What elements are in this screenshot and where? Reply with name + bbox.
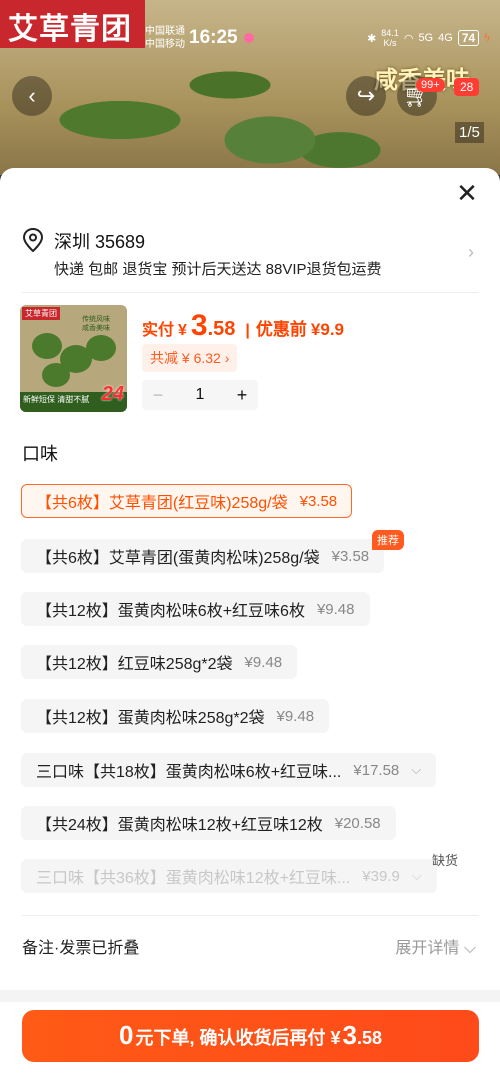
notification-dot-icon (243, 33, 254, 43)
bluetooth-icon: ✱ (367, 32, 377, 45)
carrier-1: 中国联通 (145, 26, 185, 37)
thumb-bun (86, 335, 116, 361)
option-price: ¥9.48 (316, 600, 355, 618)
cart-count-badge: 99+ (416, 78, 445, 92)
option-label: 【共12枚】蛋黄肉松味258g*2袋 (36, 710, 265, 727)
share-icon: ↪ (356, 83, 376, 108)
option-price: ¥9.48 (276, 707, 315, 725)
option-label: 【共6枚】艾草青团(红豆味)258g/袋 (36, 495, 288, 512)
option-price: ¥17.58 (353, 761, 400, 779)
chevron-down-icon: ⌵ (411, 762, 422, 777)
original-price-label: 优惠前 (255, 320, 307, 339)
option-label: 三口味【共36枚】蛋黄肉松味12枚+红豆味... (36, 870, 351, 887)
option-label: 【共12枚】蛋黄肉松味6枚+红豆味6枚 (36, 603, 305, 620)
out-of-stock-tag: 缺货 (432, 853, 459, 868)
sku-option[interactable]: 【共12枚】红豆味258g*2袋 ¥9.48 (21, 645, 298, 679)
cta-price-dec: .58 (356, 1028, 382, 1048)
delivery-address[interactable]: 深圳 35689 快递 包邮 退货宝 预计后天送达 88VIP退货包运费 › (22, 226, 480, 286)
clock: 16:25 (189, 27, 238, 48)
chevron-right-icon: › (468, 242, 474, 262)
thumb-brand: 艾草青团 (22, 307, 60, 320)
option-label: 【共12枚】红豆味258g*2袋 (36, 656, 233, 673)
sku-option[interactable]: 【共12枚】蛋黄肉松味6枚+红豆味6枚 ¥9.48 (21, 592, 370, 626)
thumb-bun (32, 333, 62, 359)
wifi-icon: ◠ (403, 32, 414, 45)
decrement-button[interactable]: − (142, 385, 174, 406)
sku-selection-sheet: ✕ 深圳 35689 快递 包邮 退货宝 预计后天送达 88VIP退货包运费 ›… (0, 168, 500, 1083)
brand-banner: 艾草青团 (0, 0, 145, 48)
option-price: ¥20.58 (334, 814, 381, 832)
expand-details-button[interactable]: 展开详情 ⌵ (395, 934, 476, 958)
discount-tag[interactable]: 共减 ¥ 6.32 › (142, 344, 238, 372)
sku-option[interactable]: 【共6枚】艾草青团(红豆味)258g/袋 ¥3.58 (21, 484, 353, 518)
address-city: 深圳 35689 (54, 232, 146, 252)
option-price: ¥39.9 (362, 867, 400, 885)
currency-symbol: ¥ (178, 322, 187, 339)
thumb-bun (42, 363, 70, 387)
carrier-2: 中国移动 (145, 39, 185, 50)
signal-4g: 4G (438, 32, 453, 44)
recommend-tag: 推荐 (372, 530, 404, 550)
price-decimal: .58 (207, 318, 236, 340)
quantity-value[interactable]: 1 (174, 386, 226, 404)
increment-button[interactable]: + (226, 385, 258, 406)
price-integer: 3 (190, 309, 208, 342)
quantity-stepper: − 1 + (142, 380, 258, 410)
carrier-info: 中国联通 中国移动 (145, 25, 185, 51)
location-pin-icon (22, 228, 44, 252)
option-label: 【共6枚】艾草青团(蛋黄肉松味)258g/袋 (36, 550, 320, 567)
chevron-down-icon: ⌵ (411, 868, 422, 883)
net-speed: 84.1 K/s (381, 28, 399, 48)
close-icon: ✕ (456, 178, 478, 208)
cta-price-int: 3 (342, 1020, 357, 1050)
close-button[interactable]: ✕ (452, 178, 482, 208)
sku-option[interactable]: 【共24枚】蛋黄肉松味12枚+红豆味12枚 ¥20.58 (21, 806, 396, 840)
cta-text: 元下单, 确认收货后再付 ¥ (135, 1028, 341, 1048)
remark-invoice-label: 备注·发票已折叠 (22, 940, 140, 957)
share-button[interactable]: ↪ (346, 76, 386, 116)
divider (22, 915, 478, 916)
sku-option-out-of-stock[interactable]: 三口味【共36枚】蛋黄肉松味12枚+红豆味... ¥39.9 ⌵ (21, 859, 437, 893)
battery-icon: 74 (457, 30, 480, 46)
sku-option[interactable]: 三口味【共18枚】蛋黄肉松味6枚+红豆味... ¥17.58 ⌵ (21, 753, 437, 787)
chevron-left-icon: ‹ (28, 83, 36, 108)
message-count-badge[interactable]: 28 (454, 78, 480, 96)
divider (22, 292, 478, 293)
option-price: ¥3.58 (331, 547, 370, 565)
price-separator: | (245, 322, 250, 339)
price-row: 实付 ¥ 3 .58 | 优惠前 ¥9.9 (142, 309, 344, 343)
flavor-section-title: 口味 (22, 444, 58, 464)
option-price: ¥3.58 (299, 492, 338, 510)
delivery-info: 快递 包邮 退货宝 预计后天送达 88VIP退货包运费 (54, 261, 382, 278)
option-label: 三口味【共18枚】蛋黄肉松味6枚+红豆味... (36, 764, 342, 781)
thumb-tags: 传统风味 咸香美味 (82, 316, 110, 332)
photo-page-indicator: 1/5 (455, 122, 484, 143)
signal-5g: 5G (418, 32, 434, 44)
product-thumbnail[interactable]: 艾草青团 传统风味 咸香美味 新鲜短保 清甜不腻 24 (20, 305, 127, 412)
charging-icon: ϟ (484, 32, 490, 44)
original-price: ¥9.9 (310, 320, 344, 339)
sku-option[interactable]: 【共12枚】蛋黄肉松味258g*2袋 ¥9.48 (21, 699, 330, 733)
thumb-count: 24 (101, 383, 124, 405)
back-button[interactable]: ‹ (12, 76, 52, 116)
option-price: ¥9.48 (244, 653, 283, 671)
status-bar: 中国联通 中国移动 16:25 ✱ 84.1 K/s ◠ 5G 4G 74 ϟ (145, 18, 490, 58)
cta-zero: 0 (119, 1020, 134, 1050)
sku-option[interactable]: 【共6枚】艾草青团(蛋黄肉松味)258g/袋 ¥3.58 (21, 539, 385, 573)
place-order-button[interactable]: 0 元下单, 确认收货后再付 ¥ 3 .58 (22, 1010, 479, 1062)
status-icons: ✱ 84.1 K/s ◠ 5G 4G 74 ϟ (367, 28, 490, 48)
option-label: 【共24枚】蛋黄肉松味12枚+红豆味12枚 (36, 817, 323, 834)
price-label: 实付 (142, 322, 175, 339)
bottom-spacer (0, 990, 500, 1002)
